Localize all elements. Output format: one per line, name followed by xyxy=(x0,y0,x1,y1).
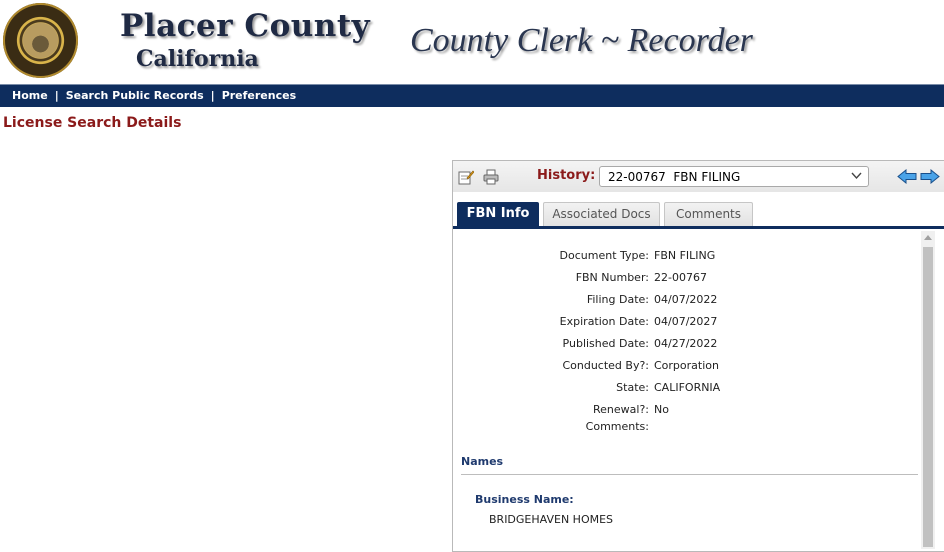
field-filing-date: Filing Date: 04/07/2022 xyxy=(453,293,921,313)
department-title: County Clerk ~ Recorder xyxy=(410,22,753,59)
section-divider xyxy=(461,474,918,475)
history-label: History: xyxy=(537,168,596,183)
vertical-scrollbar[interactable] xyxy=(921,231,935,549)
field-fbn-number: FBN Number: 22-00767 xyxy=(453,271,921,291)
tab-fbn-info[interactable]: FBN Info xyxy=(457,202,539,226)
brand-title[interactable]: Placer County xyxy=(120,8,370,44)
field-label: Document Type: xyxy=(559,249,649,262)
scroll-thumb[interactable] xyxy=(923,247,933,547)
field-label: Expiration Date: xyxy=(559,315,649,328)
field-value: 04/07/2022 xyxy=(654,293,718,306)
nav-home-link[interactable]: Home xyxy=(12,89,48,102)
fbn-info-content: Document Type: FBN FILING FBN Number: 22… xyxy=(453,229,921,549)
field-conducted-by: Conducted By?: Corporation xyxy=(453,359,921,379)
history-select[interactable]: 22-00767 FBN FILING xyxy=(599,166,869,187)
field-value: 04/27/2022 xyxy=(654,337,718,350)
nav-separator: | xyxy=(210,89,215,102)
field-value: 04/07/2027 xyxy=(654,315,718,328)
field-label: Filing Date: xyxy=(586,293,649,306)
panel-toolbar: History: 22-00767 FBN FILING xyxy=(453,161,944,192)
field-published-date: Published Date: 04/27/2022 xyxy=(453,337,921,357)
field-expiration-date: Expiration Date: 04/07/2027 xyxy=(453,315,921,335)
field-document-type: Document Type: FBN FILING xyxy=(453,249,921,269)
brand-subtitle[interactable]: California xyxy=(136,46,259,72)
nav-preferences-link[interactable]: Preferences xyxy=(222,89,296,102)
field-comments: Comments: xyxy=(453,420,921,440)
printer-icon[interactable] xyxy=(483,169,499,185)
chevron-down-icon xyxy=(851,170,862,181)
field-label: Conducted By?: xyxy=(562,359,649,372)
county-seal-logo[interactable] xyxy=(3,3,78,78)
names-section-title: Names xyxy=(461,455,504,468)
detail-panel: History: 22-00767 FBN FILING FBN Info As… xyxy=(452,160,944,552)
nav-search-public-records-link[interactable]: Search Public Records xyxy=(66,89,204,102)
page-title: License Search Details xyxy=(3,115,182,131)
field-value: CALIFORNIA xyxy=(654,381,721,394)
field-label: Comments: xyxy=(585,420,649,433)
field-label: Renewal?: xyxy=(593,403,649,416)
nav-links: Home | Search Public Records | Preferences xyxy=(12,89,296,102)
field-label: FBN Number: xyxy=(575,271,649,284)
arrow-left-icon[interactable] xyxy=(897,168,917,185)
business-name-label: Business Name: xyxy=(475,493,574,506)
field-value: Corporation xyxy=(654,359,719,372)
field-value: 22-00767 xyxy=(654,271,707,284)
arrow-right-icon[interactable] xyxy=(920,168,940,185)
site-header: Placer County California County Clerk ~ … xyxy=(0,0,944,82)
business-name-value: BRIDGEHAVEN HOMES xyxy=(489,513,614,526)
history-selected-value: 22-00767 FBN FILING xyxy=(608,170,741,184)
field-value: FBN FILING xyxy=(654,249,716,262)
edit-document-icon[interactable] xyxy=(458,169,475,185)
field-label: State: xyxy=(616,381,649,394)
field-label: Published Date: xyxy=(562,337,649,350)
nav-separator: | xyxy=(54,89,59,102)
panel-tabs: FBN Info Associated Docs Comments xyxy=(453,198,944,228)
top-navbar: Home | Search Public Records | Preferences xyxy=(0,84,944,107)
field-state: State: CALIFORNIA xyxy=(453,381,921,401)
field-value: No xyxy=(654,403,669,416)
tab-comments[interactable]: Comments xyxy=(664,202,753,226)
scroll-up-arrow-icon[interactable] xyxy=(924,235,932,240)
tab-associated-docs[interactable]: Associated Docs xyxy=(543,202,660,226)
